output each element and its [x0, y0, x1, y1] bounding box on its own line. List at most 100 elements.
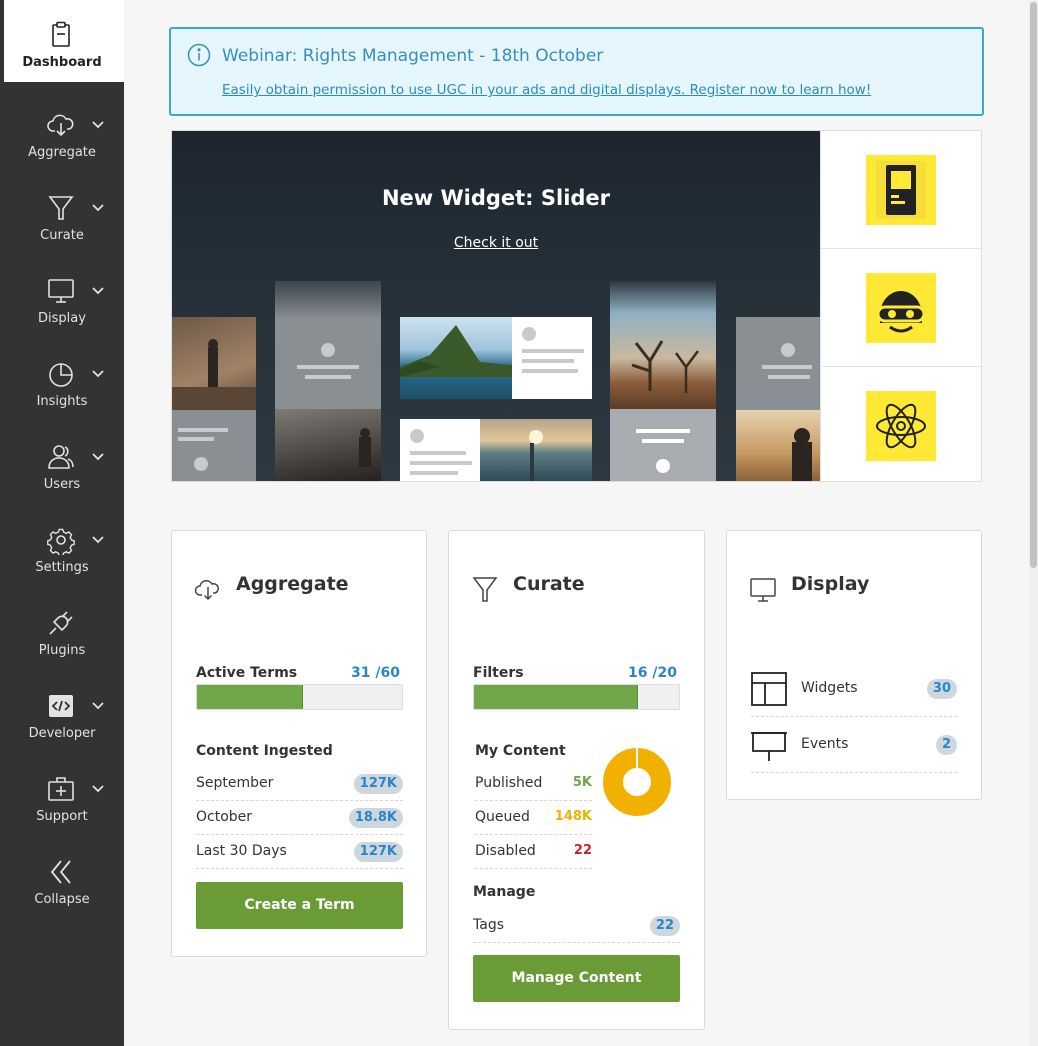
pilot-helmet-icon [866, 273, 936, 343]
row-label: Queued [475, 809, 530, 825]
disabled-count: 22 [573, 843, 592, 858]
card-title: Display [791, 573, 870, 595]
create-term-button[interactable]: Create a Term [196, 882, 403, 929]
list-item: Queued 148K [475, 801, 592, 835]
hero-feature-icons [820, 131, 981, 481]
hero-promo: New Widget: Slider Check it out [171, 130, 982, 482]
list-item[interactable]: Events 2 [751, 717, 957, 773]
photo-tile [275, 409, 381, 481]
info-icon [187, 43, 211, 67]
count-badge: 22 [649, 916, 680, 936]
gear-icon [46, 525, 76, 555]
display-card: Display Widgets 30 Events 2 [726, 530, 982, 800]
meter-label: Active Terms [196, 665, 298, 681]
queued-count: 148K [554, 809, 592, 824]
pie-chart-icon [46, 359, 76, 389]
row-label: Last 30 Days [196, 843, 287, 859]
webinar-banner: Webinar: Rights Management - 18th Octobe… [169, 27, 984, 116]
list-item: Last 30 Days 127K [196, 835, 403, 869]
code-icon [46, 691, 76, 721]
atom-icon [866, 391, 936, 461]
users-icon [46, 442, 76, 472]
sidebar-item-users[interactable]: Users [0, 422, 124, 505]
sidebar-item-insights[interactable]: Insights [0, 339, 124, 422]
chevron-down-icon[interactable] [91, 701, 105, 711]
feature-cell[interactable] [820, 131, 981, 249]
manage-content-button[interactable]: Manage Content [473, 955, 680, 1002]
sidebar-item-label: Collapse [34, 892, 90, 907]
sidebar-item-curate[interactable]: Curate [0, 173, 124, 256]
photo-tile [736, 410, 820, 481]
card-title: Aggregate [236, 573, 349, 595]
plug-icon [46, 608, 76, 638]
meter-label: Filters [473, 665, 524, 681]
sidebar-item-label: Users [43, 477, 81, 492]
filters-meter [473, 684, 680, 710]
cloud-download-icon [194, 575, 222, 603]
scrollbar[interactable] [1029, 0, 1038, 1046]
active-terms-meter [196, 684, 403, 710]
funnel-icon [471, 575, 499, 603]
sidebar-item-collapse[interactable]: Collapse [0, 837, 124, 920]
billboard-icon [751, 727, 787, 763]
sidebar-item-label: Support [36, 809, 88, 824]
sidebar-item-label: Settings [35, 560, 89, 575]
published-count: 5K [572, 775, 592, 790]
row-label: September [196, 775, 274, 791]
sidebar-item-plugins[interactable]: Plugins [0, 588, 124, 671]
banner-register-link[interactable]: Easily obtain permission to use UGC in y… [222, 82, 871, 98]
list-item[interactable]: Widgets 30 [751, 661, 957, 717]
placeholder-tile [275, 281, 381, 409]
sidebar-item-settings[interactable]: Settings [0, 505, 124, 588]
chevron-down-icon[interactable] [91, 203, 105, 213]
chevron-down-icon[interactable] [91, 369, 105, 379]
content-status-donut [603, 748, 671, 816]
tablet-icon [866, 155, 936, 225]
photo-tile [480, 419, 592, 481]
sidebar-item-support[interactable]: Support [0, 754, 124, 837]
feature-cell[interactable] [820, 367, 981, 481]
chevron-down-icon[interactable] [91, 452, 105, 462]
hero-title: New Widget: Slider [381, 186, 611, 210]
meter-value: 31 /60 [351, 665, 400, 681]
sidebar-item-dashboard[interactable]: Dashboard [4, 0, 124, 82]
first-aid-icon [46, 774, 76, 804]
sidebar-item-label: Curate [40, 228, 84, 243]
sidebar-item-developer[interactable]: Developer [0, 671, 124, 754]
sidebar-item-label: Dashboard [22, 55, 102, 70]
curate-card: Curate Filters 16 /20 My Content Publish… [448, 530, 705, 1030]
chevron-down-icon[interactable] [91, 286, 105, 296]
count-badge: 30 [926, 679, 957, 699]
layout-icon [751, 671, 787, 707]
photo-tile [172, 317, 256, 410]
row-label: Widgets [801, 680, 858, 696]
hero-check-it-out-link[interactable]: Check it out [172, 235, 820, 251]
photo-tile [400, 317, 512, 399]
list-item[interactable]: Tags 22 [473, 909, 680, 943]
meter-fill [197, 685, 303, 709]
section-heading: Manage [473, 884, 536, 900]
placeholder-tile [172, 410, 256, 481]
sidebar: Dashboard Aggregate Curate Display Insig… [0, 0, 124, 1046]
count-badge: 127K [353, 774, 403, 794]
sidebar-item-display[interactable]: Display [0, 256, 124, 339]
banner-title: Webinar: Rights Management - 18th Octobe… [222, 46, 604, 66]
row-label: Disabled [475, 843, 536, 859]
row-label: Tags [473, 917, 504, 933]
list-item: Disabled 22 [475, 835, 592, 869]
row-label: October [196, 809, 253, 825]
sidebar-item-label: Plugins [38, 643, 86, 658]
sidebar-item-label: Developer [28, 726, 96, 741]
hero-slider-preview[interactable]: New Widget: Slider Check it out [172, 131, 820, 481]
chevron-down-icon[interactable] [91, 784, 105, 794]
chevron-down-icon[interactable] [91, 535, 105, 545]
scrollbar-thumb[interactable] [1030, 2, 1037, 568]
feature-cell[interactable] [820, 249, 981, 367]
chevron-down-icon[interactable] [91, 120, 105, 130]
funnel-icon [46, 193, 76, 223]
section-heading: Content Ingested [196, 743, 333, 759]
count-badge: 18.8K [348, 808, 403, 828]
row-label: Events [801, 736, 849, 752]
list-item: October 18.8K [196, 801, 403, 835]
sidebar-item-aggregate[interactable]: Aggregate [0, 90, 124, 173]
